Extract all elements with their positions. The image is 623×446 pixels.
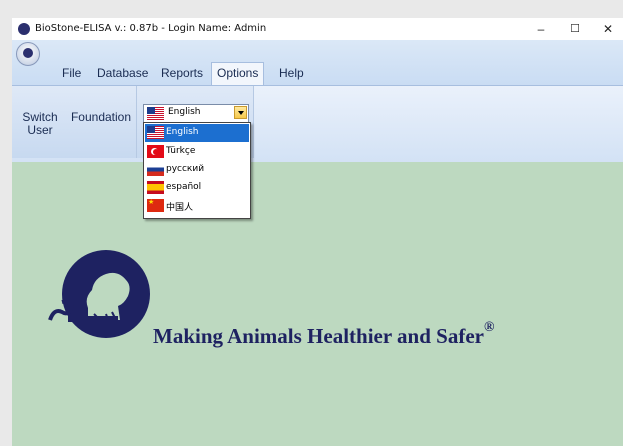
language-option-label: English [166, 127, 199, 137]
menu-reports[interactable]: Reports [161, 63, 203, 83]
language-option-english[interactable]: English [145, 124, 249, 142]
minimize-button[interactable]: – [527, 20, 555, 38]
turkey-flag-icon [147, 145, 164, 158]
tagline-text: Making Animals Healthier and Safer [153, 324, 484, 348]
ribbon-group-user: Switch User Foundation [12, 86, 137, 158]
language-dropdown: English Türkçe русский español 中国人 [143, 122, 251, 219]
us-flag-icon [147, 107, 164, 120]
ribbon-panel: Switch User Foundation [12, 85, 623, 163]
close-button[interactable]: ✕ [594, 20, 622, 38]
lion-logo-icon [48, 250, 150, 338]
switch-user-button[interactable]: Switch User [12, 111, 68, 137]
us-flag-icon [147, 126, 164, 139]
maximize-button[interactable]: ☐ [561, 20, 589, 38]
language-option-label: Türkçe [166, 146, 196, 156]
language-option-spanish[interactable]: español [145, 179, 249, 197]
menu-help[interactable]: Help [279, 63, 304, 83]
language-option-chinese[interactable]: 中国人 [145, 197, 249, 215]
language-option-russian[interactable]: русский [145, 161, 249, 179]
menu-file[interactable]: File [62, 63, 81, 83]
china-flag-icon [147, 199, 164, 212]
title-bar: BioStone-ELISA v.: 0.87b - Login Name: A… [12, 18, 623, 40]
app-orb-icon [23, 48, 33, 58]
language-select-value: English [168, 107, 201, 117]
russia-flag-icon [147, 163, 164, 176]
language-option-label: 中国人 [166, 203, 194, 213]
app-logo-icon [18, 23, 30, 35]
registered-mark: ® [483, 320, 495, 335]
language-select[interactable]: English [143, 104, 249, 123]
chevron-down-icon[interactable] [234, 106, 247, 119]
app-window: BioStone-ELISA v.: 0.87b - Login Name: A… [12, 18, 623, 446]
window-title: BioStone-ELISA v.: 0.87b - Login Name: A… [35, 23, 267, 34]
tagline: Making Animals Healthier and Safer® [153, 320, 494, 349]
spain-flag-icon [147, 181, 164, 194]
application-menu-button[interactable] [16, 42, 40, 66]
menu-database[interactable]: Database [97, 63, 148, 83]
language-option-label: русский [166, 164, 205, 174]
language-option-label: español [166, 182, 202, 192]
menu-options[interactable]: Options [211, 62, 265, 85]
language-option-turkish[interactable]: Türkçe [145, 143, 249, 161]
foundation-button[interactable]: Foundation [69, 111, 133, 124]
